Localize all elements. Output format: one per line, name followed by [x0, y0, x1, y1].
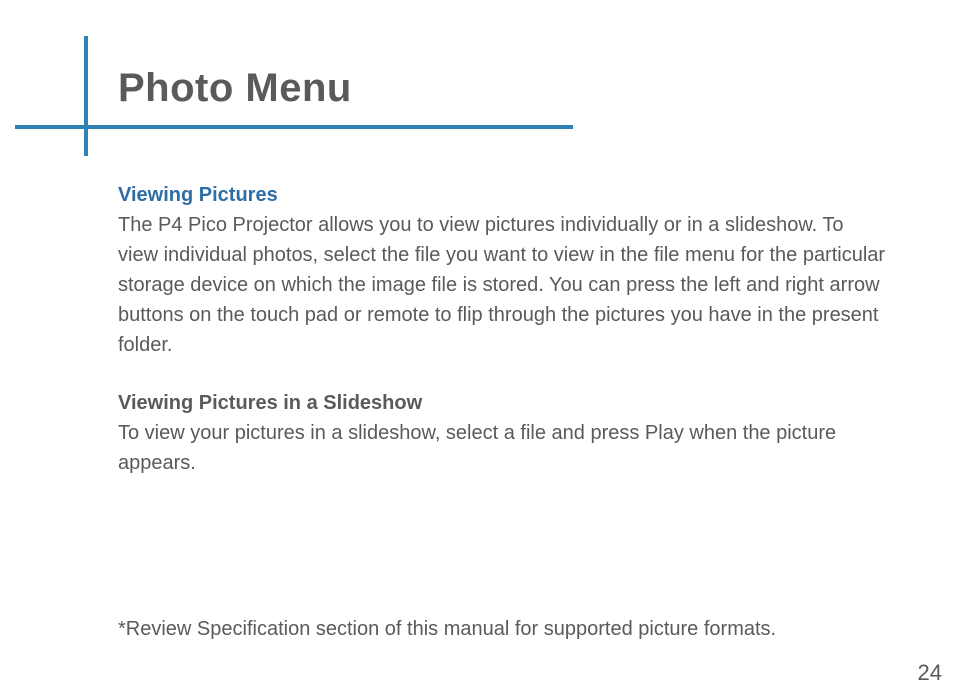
page-number: 24 [918, 660, 942, 686]
section-heading-1: Viewing Pictures [118, 180, 888, 210]
horizontal-rule [15, 125, 573, 129]
vertical-rule [84, 36, 88, 156]
body-content: Viewing Pictures The P4 Pico Projector a… [118, 180, 888, 478]
footnote: *Review Specification section of this ma… [118, 618, 888, 641]
section-body-2: To view your pictures in a slideshow, se… [118, 418, 888, 478]
section-body-1: The P4 Pico Projector allows you to view… [118, 210, 888, 360]
section-heading-2: Viewing Pictures in a Slideshow [118, 388, 888, 418]
page-container: Photo Menu Viewing Pictures The P4 Pico … [0, 0, 954, 694]
page-title: Photo Menu [118, 66, 352, 111]
